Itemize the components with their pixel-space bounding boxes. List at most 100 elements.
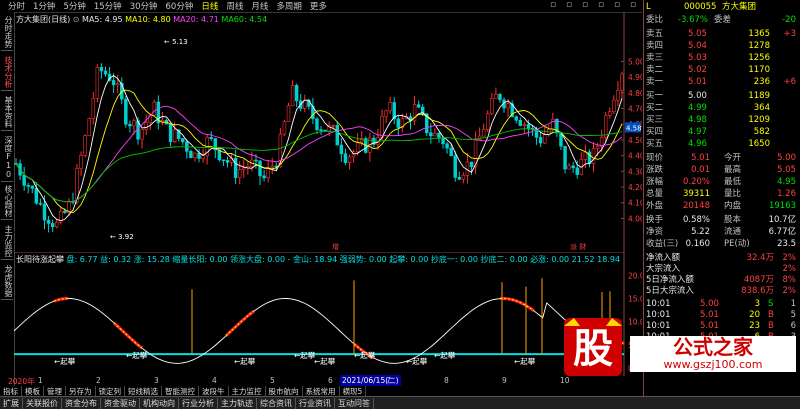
settings-icon[interactable]: ▫ [628, 0, 638, 10]
stat-value: 0.58% [682, 215, 710, 225]
toolbar-item[interactable]: 1分钟 [33, 0, 55, 12]
indicator-tab[interactable]: 指标 [0, 385, 22, 397]
buy-volume: 1650 [748, 139, 770, 149]
indicator-tab[interactable]: 波段牛 [199, 385, 229, 397]
candle-body [591, 148, 596, 164]
subchart-params: 盘: 6.77 益: 0.32 涨: 15.28 缩量长阳: 0.00 领涨大盘… [66, 255, 621, 264]
left-tab[interactable]: 技术分析 [1, 54, 13, 91]
candle-body [50, 223, 55, 228]
date-tick: 2 [96, 376, 101, 385]
candle-body [83, 135, 87, 156]
stat-label: 外盘 [646, 201, 664, 211]
sell-label: 卖三 [646, 53, 664, 63]
candle-body [538, 137, 543, 144]
signal-label: ←起攀 [126, 350, 148, 360]
buy-volume: 1189 [748, 91, 770, 101]
candle-body [103, 70, 108, 75]
stat-value: 0.01 [691, 165, 710, 175]
indicator-tab[interactable]: 另存为 [66, 385, 96, 397]
buy-row: 买一 5.00 1189 [644, 91, 800, 102]
stat-label: 涨幅 [646, 177, 664, 187]
date-axis-cursor: 2021/06/15(二) [340, 375, 401, 386]
stat-label: 今开 [724, 153, 742, 163]
kline-chart[interactable]: 5.004.904.804.704.604.504.404.304.204.10… [14, 12, 642, 252]
sell-label: 卖四 [646, 41, 664, 51]
left-tab[interactable]: 龙虎数据 [1, 263, 13, 300]
candle-body [34, 188, 39, 204]
toolbar-item[interactable]: 多周期 [276, 0, 302, 12]
extension-tab[interactable]: 行业分析 [179, 397, 218, 409]
webi-row: 委比 -3.67% 委差 -20 [644, 15, 800, 26]
left-tab[interactable]: 深度F10 [1, 134, 13, 182]
indicator-tab[interactable]: 管理 [44, 385, 66, 397]
indicator-tab[interactable]: 主力监控 [229, 385, 266, 397]
candle-body [221, 159, 226, 162]
toolbar-item[interactable]: 30分钟 [130, 0, 158, 12]
flow-pct: 2% [782, 264, 797, 274]
candle-body [270, 165, 274, 168]
extension-tab[interactable]: 综合资讯 [257, 397, 296, 409]
toolbar-item[interactable]: 周线 [226, 0, 243, 12]
event-marker: 增 [332, 242, 339, 251]
sell-row: 卖四 5.04 1278 [644, 41, 800, 52]
stat-value: 5.00 [777, 153, 796, 163]
toolbar-item[interactable]: 15分钟 [94, 0, 122, 12]
left-tab[interactable]: 基本资料 [1, 94, 13, 131]
candle-body [571, 165, 575, 169]
stat2-row: 收益(三) 0.160 PE(动) 23.5 [644, 239, 800, 250]
indicator-tab[interactable]: 系统常用 [303, 385, 340, 397]
back-icon[interactable]: ▫ [596, 0, 606, 10]
flow-label: 净流入额 [646, 253, 681, 263]
lock-icon[interactable]: ▫ [548, 0, 558, 10]
candle-body [172, 129, 177, 142]
extension-tab[interactable]: 资金驱动 [101, 397, 140, 409]
left-tab[interactable]: 核心题材 [1, 183, 13, 220]
toolbar-item[interactable]: 5分钟 [63, 0, 85, 12]
ma20-label: MA20: 4.71 [173, 15, 219, 24]
indicator-tab[interactable]: 锁定列 [96, 385, 125, 397]
extension-tab[interactable]: 资金分布 [62, 397, 101, 409]
candle-body [46, 219, 51, 224]
candle-body [575, 167, 579, 175]
buy-label: 买四 [646, 127, 664, 137]
candle-body [603, 115, 608, 138]
extension-tab[interactable]: 机构动向 [140, 397, 179, 409]
extension-tab[interactable]: 关联报价 [23, 397, 62, 409]
indicator-tab[interactable]: 智能测控 [162, 385, 199, 397]
candle-body [30, 185, 35, 189]
flow-value: 4087万 [743, 275, 774, 285]
flow-label: 5日大宗流入 [646, 286, 694, 296]
toolbar-item[interactable]: 月线 [251, 0, 268, 12]
indicator-subchart[interactable]: 20.0015.0010.005.000.00←起攀←起攀←起攀←起攀←起攀←起… [14, 252, 642, 376]
price-tick: 5.00 [628, 57, 642, 66]
candle-body [258, 160, 262, 177]
price-tick: 4.70 [628, 105, 642, 114]
home-icon[interactable]: ▫ [564, 0, 574, 10]
extension-tab[interactable]: 行业资讯 [296, 397, 335, 409]
candle-body [128, 123, 132, 127]
left-tab[interactable]: 主力监控 [1, 223, 13, 260]
candle-body [319, 129, 323, 132]
toolbar-item[interactable]: 更多 [310, 0, 327, 12]
toolbar-item[interactable]: 60分钟 [166, 0, 194, 12]
left-tab[interactable]: 分时走势 [1, 14, 13, 51]
candle-body [616, 89, 620, 101]
search-icon[interactable]: ▫ [580, 0, 590, 10]
indicator-tab[interactable]: 股市航向 [266, 385, 303, 397]
stat-label: 最高 [724, 165, 742, 175]
zoom-icon[interactable]: ▫ [612, 0, 622, 10]
settings-icon[interactable]: ⊙ [73, 15, 80, 24]
candle-body [461, 174, 466, 180]
price-tick: 4.50 [628, 136, 642, 145]
extension-tab[interactable]: 主力轨迹 [218, 397, 257, 409]
extension-tab[interactable]: 扩展 [0, 397, 23, 409]
indicator-tab[interactable]: 模板 [22, 385, 44, 397]
extension-tab-bar: 扩展 关联报价 资金分布 资金驱动 机构动向 行业分析 主力轨迹 综合资讯 行业资讯 互动问答 [0, 396, 800, 409]
toolbar-item[interactable]: 分时 [8, 0, 25, 12]
extension-tab[interactable]: 互动问答 [335, 397, 374, 409]
tick-price: 5.00 [700, 299, 719, 309]
toolbar-item[interactable]: 日线 [201, 0, 218, 12]
flow-row: 5日大宗流入 838.6万 2% [644, 286, 800, 297]
indicator-tab[interactable]: 短线精选 [125, 385, 162, 397]
indicator-tab[interactable]: 横现5 [340, 385, 367, 397]
